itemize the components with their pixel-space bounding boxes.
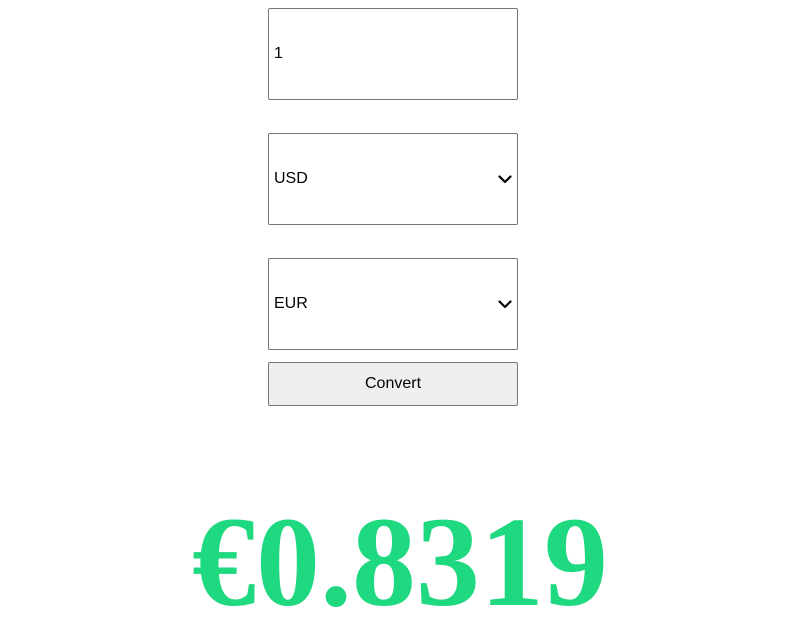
from-currency-value: USD (274, 170, 308, 187)
to-currency-select[interactable]: EUR (268, 258, 518, 350)
convert-button[interactable]: Convert (268, 362, 518, 406)
chevron-down-icon (495, 169, 515, 189)
to-currency-value: EUR (274, 295, 308, 312)
conversion-result: €0.8319 (192, 491, 608, 625)
amount-input[interactable]: 1 (268, 8, 518, 100)
chevron-down-icon (495, 294, 515, 314)
from-currency-select[interactable]: USD (268, 133, 518, 225)
